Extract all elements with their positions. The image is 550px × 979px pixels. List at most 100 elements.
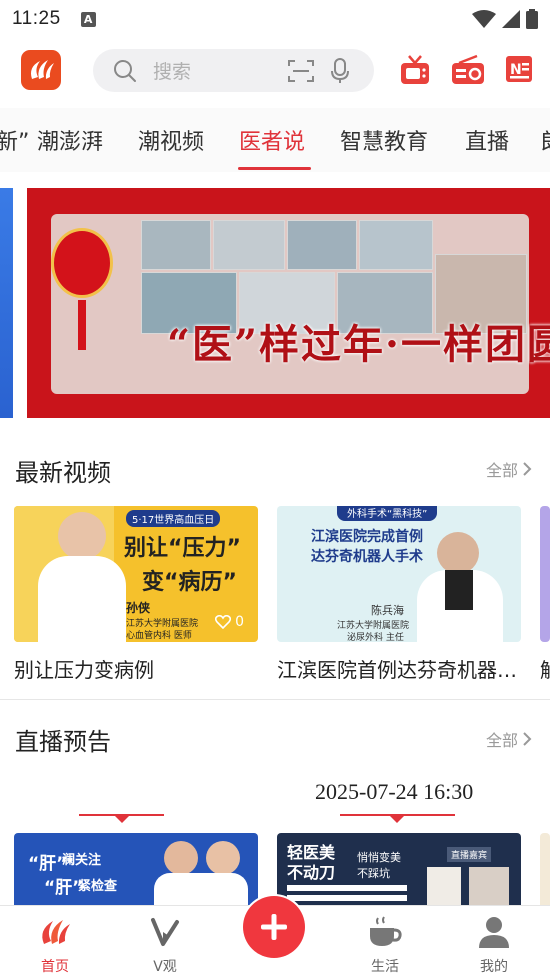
tab-new[interactable]: 新” <box>0 124 29 156</box>
more-label: 全部 <box>485 731 518 750</box>
video-card[interactable]: 5·17世界高血压日 别让“压力” 变“病历” 孙侠 江苏大学附属医院 心血管内… <box>14 506 258 683</box>
live-card-text: 澜关注 <box>62 853 102 868</box>
wifi-icon <box>472 10 496 28</box>
video-thumbnail: 外科手术“黑科技” 江滨医院完成首例 达芬奇机器人手术 陈兵海 江苏大学附属医院… <box>277 506 521 642</box>
video-caption: 江滨医院首例达芬奇机器人手术 <box>277 658 521 682</box>
section-divider <box>0 699 550 700</box>
like-number: 0 <box>235 614 244 630</box>
live-schedule-time: 2025-07-24 16:30 <box>315 779 474 804</box>
like-count[interactable]: 0 <box>215 614 244 630</box>
tab-chaoshipin[interactable]: 潮视频 <box>138 124 204 156</box>
host-avatar <box>206 841 240 875</box>
status-icons <box>472 9 538 29</box>
chevron-right-icon <box>523 732 532 746</box>
tab-zhibo[interactable]: 直播 <box>465 124 509 156</box>
thumb-headline-2: 达芬奇机器人手术 <box>311 549 423 565</box>
active-tab-indicator <box>238 167 311 170</box>
app-logo-icon <box>31 60 54 79</box>
host-avatar <box>164 841 198 875</box>
bottom-nav: 首页 V观 生活 我的 <box>0 894 550 979</box>
plus-icon <box>261 914 287 940</box>
video-caption: 解 <box>540 654 550 683</box>
tab-zhihuijiaoyu[interactable]: 智慧教育 <box>340 124 428 156</box>
video-caption: 别让压力变病例 <box>14 658 154 682</box>
video-card[interactable]: 外科手术“黑科技” 江滨医院完成首例 达芬奇机器人手术 陈兵海 江苏大学附属医院… <box>277 506 521 683</box>
nav-add-button[interactable] <box>241 894 307 960</box>
search-box[interactable]: 搜索 <box>93 49 374 92</box>
banner-photo <box>287 220 357 270</box>
thumb-headline-1: 江滨医院完成首例 <box>311 529 423 545</box>
section-title-live-preview: 直播预告 <box>15 728 111 756</box>
home-icon <box>42 920 70 944</box>
thumb-doctor-name: 陈兵海 <box>371 604 404 617</box>
host-photo <box>469 867 509 905</box>
nav-home[interactable]: 首页 <box>15 914 95 976</box>
live-card[interactable]: “肝” 澜关注 “肝” 紧检查 <box>14 833 258 905</box>
banner-previous-peek[interactable] <box>0 188 13 418</box>
thumb-tag: 5·17世界高血压日 <box>126 510 221 527</box>
doctor-coat <box>38 556 126 642</box>
video-thumbnail: 5·17世界高血压日 别让“压力” 变“病历” 孙侠 江苏大学附属医院 心血管内… <box>14 506 258 642</box>
live-card-stripe <box>287 895 407 901</box>
live-card-stripe <box>287 885 407 891</box>
thumb-headline-1: 别让“压力” <box>124 536 241 561</box>
heart-icon <box>215 615 232 629</box>
banner-photo <box>213 220 285 270</box>
radio-icon[interactable] <box>451 54 485 86</box>
banner-title: “医”样过年·一样团圆 <box>167 321 550 368</box>
header: 搜索 N <box>0 44 550 100</box>
live-card-text: 不踩坑 <box>357 867 390 880</box>
doctor-head <box>58 512 106 560</box>
video-thumbnail <box>540 506 550 642</box>
search-icon <box>114 60 136 82</box>
nav-profile[interactable]: 我的 <box>454 914 534 976</box>
add-button-circle <box>243 896 305 958</box>
status-time: 11:25 <box>12 8 61 29</box>
video-card-peek[interactable]: 解 <box>540 506 550 683</box>
live-preview-more-link[interactable]: 全部 <box>486 727 532 751</box>
host-photo <box>427 867 461 905</box>
scan-icon[interactable] <box>288 59 314 83</box>
section-title-latest-videos: 最新视频 <box>15 459 111 487</box>
live-marker-notch <box>115 816 129 823</box>
doctor-shirt <box>445 570 473 610</box>
nav-label: 我的 <box>480 959 508 975</box>
tab-yizheshuo[interactable]: 医者说 <box>239 124 305 156</box>
thumb-doctor-dept: 泌尿外科 主任 <box>347 633 404 642</box>
nav-label: 首页 <box>41 959 69 975</box>
mic-icon[interactable] <box>330 58 350 84</box>
user-icon <box>479 917 509 948</box>
nav-life[interactable]: 生活 <box>345 914 425 976</box>
banner-photo <box>359 220 433 270</box>
doctor-head <box>437 532 479 574</box>
latest-videos-more-link[interactable]: 全部 <box>486 457 532 481</box>
more-label: 全部 <box>485 461 518 480</box>
tab-lang[interactable]: 朗 <box>541 124 550 156</box>
live-marker-notch <box>390 816 404 823</box>
v-icon <box>151 918 179 946</box>
tv-icon[interactable] <box>399 54 431 86</box>
status-bar: 11:25 A <box>0 0 550 38</box>
notification-icon: A <box>80 11 96 27</box>
nav-label: V观 <box>153 959 177 975</box>
live-card[interactable]: 轻医美 不动刀 悄悄变美 不踩坑 直播嘉宾 <box>277 833 521 905</box>
channel-tabs: 新” 潮澎湃 潮视频 医者说 智慧教育 直播 朗 <box>0 108 550 172</box>
lantern-tassel-decoration <box>78 300 86 350</box>
lantern-decoration <box>51 228 113 298</box>
app-logo[interactable] <box>21 50 61 90</box>
banner-carousel[interactable]: “医”样过年·一样团圆 <box>27 188 550 418</box>
news-icon[interactable]: N <box>504 54 534 84</box>
live-card-peek[interactable] <box>540 833 550 905</box>
search-input[interactable]: 搜索 <box>153 57 191 84</box>
nav-label: 生活 <box>371 959 399 975</box>
coffee-icon <box>370 916 402 946</box>
live-card-text: 悄悄变美 <box>357 851 401 864</box>
battery-icon <box>526 9 538 29</box>
thumb-headline-2: 变“病历” <box>142 570 237 595</box>
live-card-text: 不动刀 <box>287 863 336 882</box>
host-coats <box>154 873 248 905</box>
tab-chaopengpai[interactable]: 潮澎湃 <box>37 124 103 156</box>
live-card-badge: 直播嘉宾 <box>447 847 492 862</box>
nav-v[interactable]: V观 <box>125 914 205 976</box>
live-card-text: 紧检查 <box>78 879 118 894</box>
